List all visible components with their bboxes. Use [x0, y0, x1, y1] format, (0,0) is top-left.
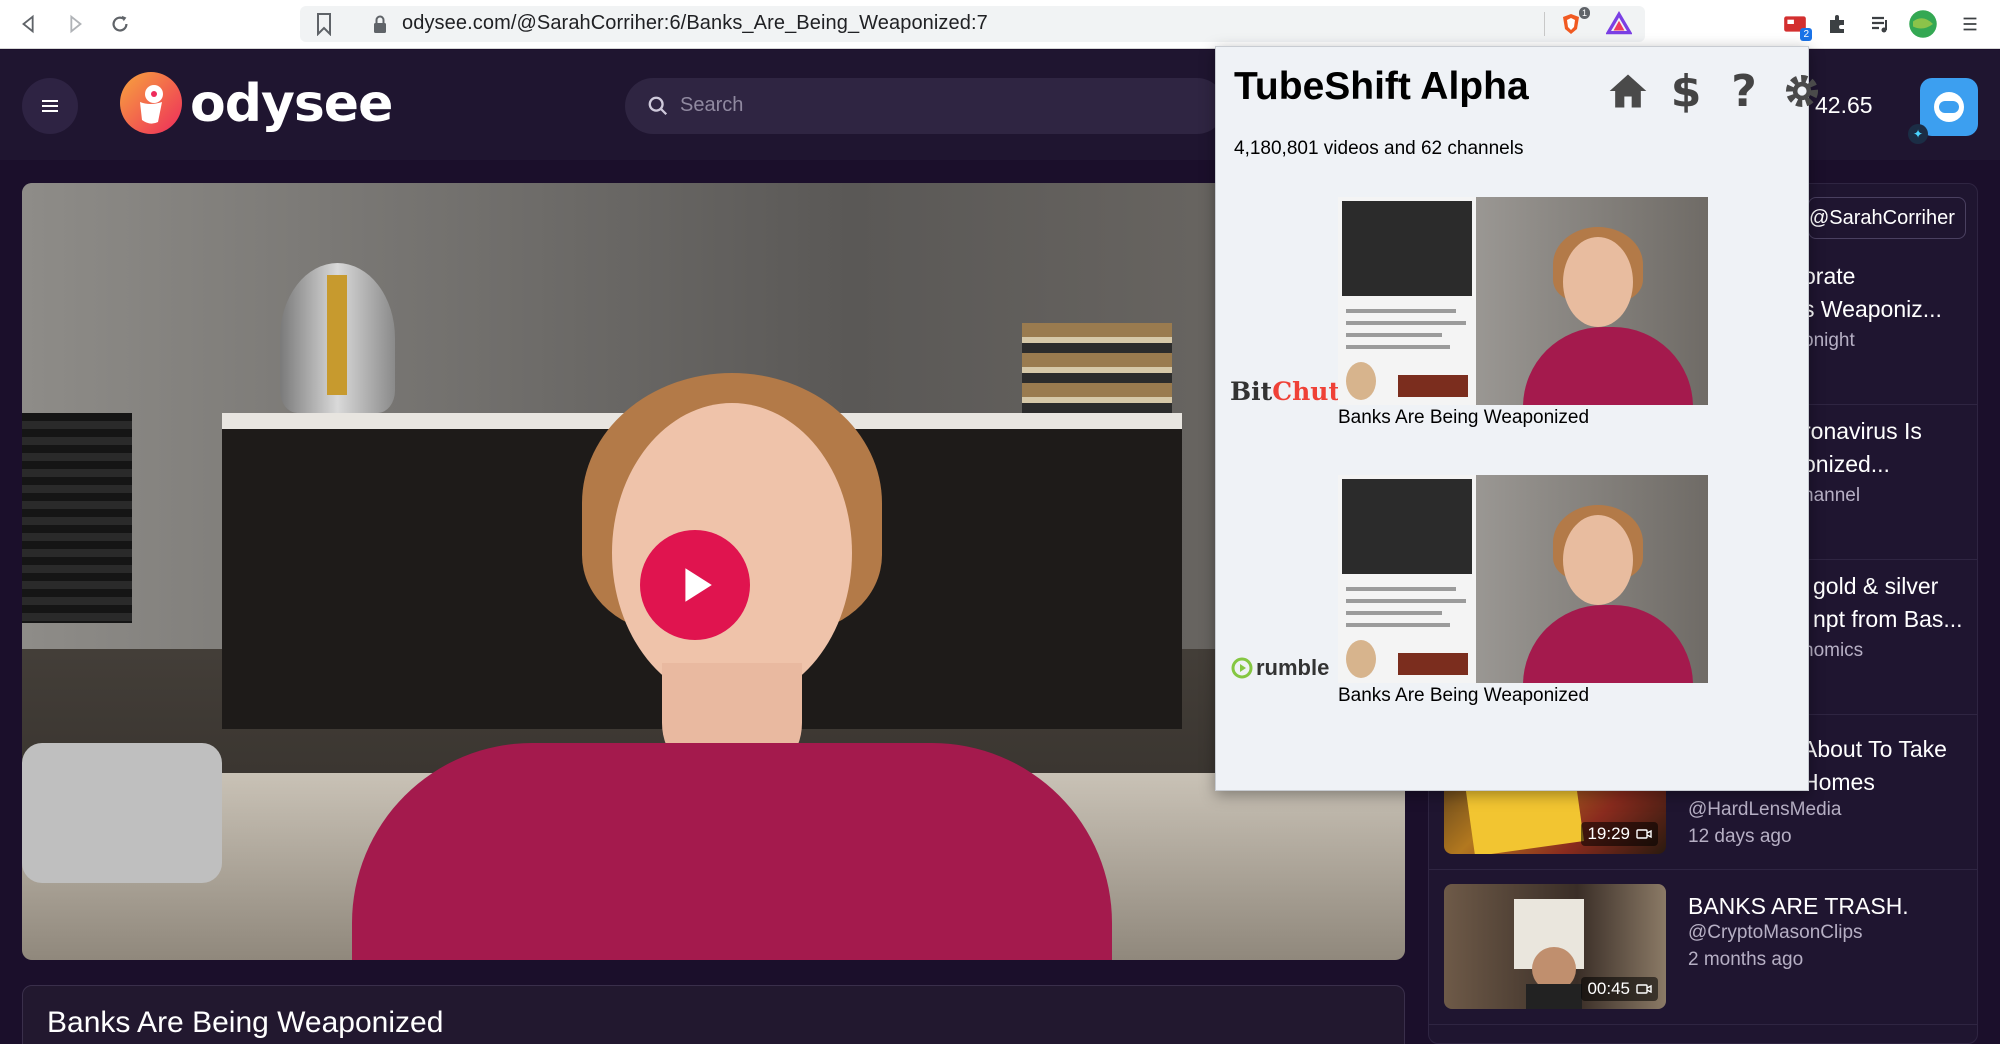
search-icon: [648, 96, 668, 116]
brave-rewards-icon[interactable]: [1604, 9, 1634, 39]
play-icon: [685, 568, 712, 602]
url-text[interactable]: odysee.com/@SarahCorriher:6/Banks_Are_Be…: [402, 12, 988, 35]
search-input[interactable]: Search: [625, 78, 1225, 134]
video-thumbnail[interactable]: 00:45: [1444, 884, 1666, 1009]
video-camera-icon: [1636, 829, 1652, 839]
play-button[interactable]: [640, 530, 750, 640]
video-camera-icon: [1636, 984, 1652, 994]
popup-title: TubeShift Alpha: [1234, 65, 1529, 108]
desk-phone: [22, 743, 222, 883]
alt-platform-result[interactable]: rumble Banks Are Being Weaponized: [1216, 475, 1810, 735]
tubeshift-badge: 2: [1800, 28, 1812, 41]
hamburger-menu-button[interactable]: [22, 78, 78, 134]
video-player[interactable]: [22, 183, 1405, 960]
spaceman-avatar-icon: [1934, 92, 1964, 122]
rumble-logo: rumble: [1230, 655, 1329, 681]
bookmark-icon[interactable]: [314, 12, 334, 37]
video-title: Banks Are Being Weaponized: [47, 1006, 444, 1039]
result-thumbnail[interactable]: [1338, 475, 1708, 683]
video-title-card: Banks Are Being Weaponized: [22, 985, 1405, 1044]
acoustic-foam: [22, 413, 132, 623]
home-icon[interactable]: [1606, 69, 1650, 113]
alt-platform-result[interactable]: BitChute Banks Are Being Weaponized: [1216, 197, 1810, 457]
shield-count-badge: 1: [1578, 7, 1590, 19]
dollar-icon[interactable]: $: [1664, 66, 1708, 117]
search-placeholder: Search: [680, 94, 744, 116]
popup-toolbar: $ ?: [1606, 66, 1824, 117]
help-icon[interactable]: ?: [1722, 66, 1766, 117]
tubeshift-popup: TubeShift Alpha $ ? 4,180,801 videos and…: [1215, 46, 1819, 791]
sparkle-icon: ✦: [1908, 124, 1928, 144]
back-icon[interactable]: [14, 9, 44, 39]
address-bar-divider: [1544, 12, 1545, 36]
result-title[interactable]: Banks Are Being Weaponized: [1338, 407, 1589, 429]
hamburger-icon: [42, 100, 58, 112]
profile-avatar-icon[interactable]: [1908, 9, 1938, 39]
index-count: 4,180,801 videos and 62 channels: [1234, 138, 1524, 159]
channel-filter-chip[interactable]: @SarahCorriher: [1808, 197, 1966, 239]
odysee-logo-text[interactable]: odysee: [190, 74, 393, 134]
related-video-item[interactable]: 00:45 BANKS ARE TRASH. @CryptoMasonClips…: [1428, 870, 1978, 1025]
presenter: [352, 743, 1112, 960]
browser-menu-icon[interactable]: [1955, 9, 1985, 39]
extensions-puzzle-icon[interactable]: [1823, 9, 1853, 39]
result-thumbnail[interactable]: [1338, 197, 1708, 405]
rumble-play-icon: [1231, 657, 1253, 679]
result-title[interactable]: Banks Are Being Weaponized: [1338, 685, 1589, 707]
forward-icon[interactable]: [60, 9, 90, 39]
video-duration: 19:29: [1581, 822, 1658, 846]
tubeshift-extension-icon[interactable]: 2: [1780, 9, 1812, 41]
brave-shields-icon[interactable]: 1: [1556, 7, 1590, 39]
book-stack: [1022, 323, 1172, 413]
video-duration: 00:45: [1581, 977, 1658, 1001]
reload-icon[interactable]: [105, 9, 135, 39]
media-queue-icon[interactable]: [1866, 9, 1896, 39]
lock-icon[interactable]: [372, 14, 388, 34]
odysee-logo-icon[interactable]: [120, 72, 182, 134]
browser-toolbar: odysee.com/@SarahCorriher:6/Banks_Are_Be…: [0, 0, 2000, 49]
user-avatar[interactable]: [1920, 78, 1978, 136]
settings-icon[interactable]: [1780, 69, 1824, 113]
